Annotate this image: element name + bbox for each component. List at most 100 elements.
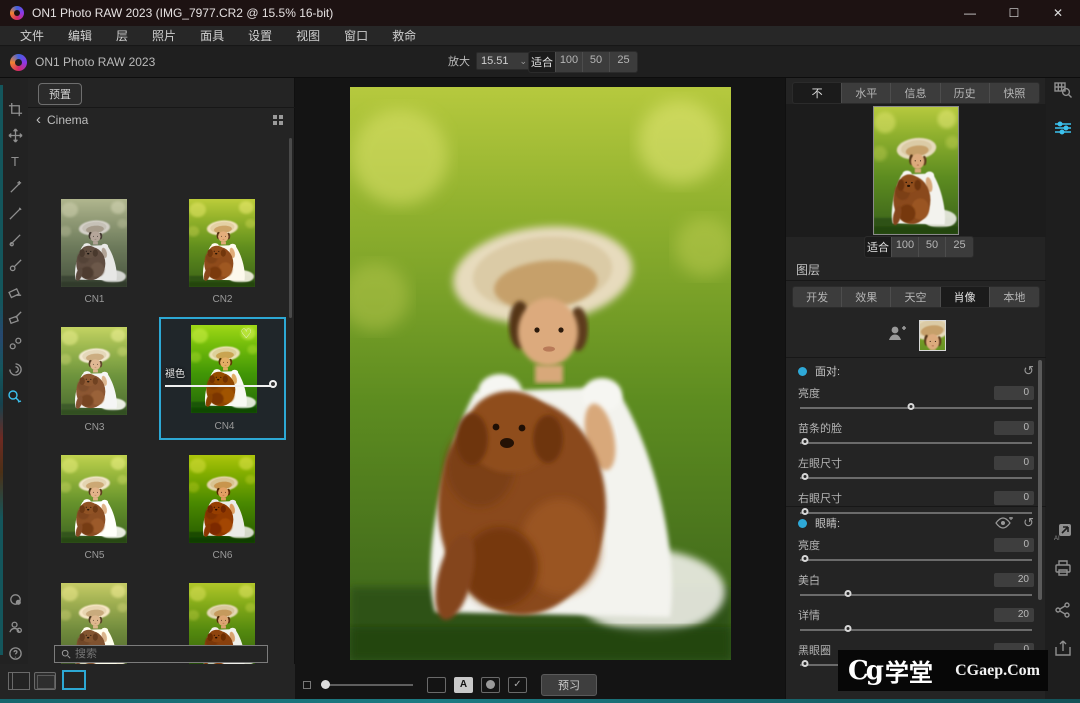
portrait-brush-tool-icon[interactable] (6, 256, 24, 274)
perfect-eraser-tool-icon[interactable] (6, 282, 24, 300)
face-select-icon[interactable] (6, 618, 24, 636)
tab-portrait[interactable]: 肖像 (941, 287, 990, 307)
slider-value[interactable]: 0 (994, 491, 1034, 505)
slider-value[interactable]: 20 (994, 573, 1034, 587)
mask-view-icon[interactable] (481, 677, 500, 693)
search-input[interactable] (75, 648, 255, 660)
sync-settings-icon[interactable] (6, 590, 24, 608)
share-icon[interactable] (1053, 600, 1073, 620)
menu-window[interactable]: 窗口 (332, 27, 380, 44)
chevron-left-icon[interactable]: ‹ (36, 111, 41, 128)
tab-develop[interactable]: 开发 (793, 287, 842, 307)
preview-opacity-handle[interactable] (321, 680, 330, 689)
navigator-toggle-icon[interactable] (1053, 80, 1073, 100)
slider-handle[interactable] (802, 660, 809, 667)
preset-item-selected[interactable]: ♡ 褪色 CN4 (159, 317, 286, 440)
reset-icon[interactable]: ↺ (1023, 363, 1034, 379)
nav-50-button[interactable]: 50 (919, 237, 946, 257)
right-panel-scrollbar[interactable] (1038, 360, 1042, 600)
preset-fade-slider[interactable]: 褪色 (163, 369, 283, 395)
print-icon[interactable] (1053, 558, 1073, 578)
nav-fit-button[interactable]: 适合 (865, 237, 892, 257)
ai-quick-mask-tool-icon[interactable] (6, 178, 24, 196)
nav-25-button[interactable]: 25 (946, 237, 973, 257)
menu-file[interactable]: 文件 (8, 27, 56, 44)
close-button[interactable]: ✕ (1036, 0, 1080, 26)
nav-100-button[interactable]: 100 (892, 237, 919, 257)
clone-stamp-tool-icon[interactable] (6, 334, 24, 352)
navigator-thumbnail[interactable] (873, 106, 959, 235)
reset-icon[interactable]: ↺ (1023, 515, 1034, 531)
fit-button[interactable]: 适合 (529, 52, 556, 72)
browse-layout-icon[interactable] (8, 672, 30, 690)
preset-search[interactable] (54, 645, 268, 663)
preset-item[interactable]: CN1 (31, 192, 158, 315)
text-tool-icon[interactable]: T (6, 152, 24, 170)
slider-handle[interactable] (844, 625, 851, 632)
tab-history[interactable]: 历史 (941, 83, 990, 103)
fade-slider-track[interactable] (165, 385, 275, 387)
slider-value[interactable]: 0 (994, 386, 1034, 400)
preset-item[interactable]: CN5 (31, 448, 158, 571)
preset-category-row[interactable]: ‹ Cinema (28, 107, 295, 131)
slider-value[interactable]: 20 (994, 608, 1034, 622)
grid-view-icon[interactable] (273, 115, 283, 125)
ai-resize-icon[interactable]: AI (1053, 522, 1073, 542)
tab-levels[interactable]: 水平 (842, 83, 891, 103)
face-thumbnail[interactable] (919, 320, 946, 351)
slider-handle[interactable] (844, 590, 851, 597)
preset-scrollbar[interactable] (289, 138, 292, 318)
canvas-layout-icon[interactable] (62, 670, 86, 690)
before-after-toggle[interactable]: A (454, 677, 473, 693)
menu-mask[interactable]: 面具 (188, 27, 236, 44)
transform-tool-icon[interactable] (6, 126, 24, 144)
slider-handle[interactable] (802, 555, 809, 562)
filmstrip-layout-icon[interactable] (34, 672, 56, 690)
face-enabled-toggle[interactable] (798, 367, 807, 376)
zoom-level-dropdown[interactable]: 15.51 ⌄ (476, 52, 532, 70)
canvas-area[interactable]: A ✓ 预习 (295, 78, 785, 703)
menu-photo[interactable]: 照片 (140, 27, 188, 44)
tab-info[interactable]: 信息 (891, 83, 940, 103)
slider-value[interactable]: 0 (994, 421, 1034, 435)
menu-help[interactable]: 救命 (380, 27, 428, 44)
edit-panel-icon[interactable] (1053, 118, 1073, 138)
zoom-50-button[interactable]: 50 (583, 52, 610, 72)
menu-settings[interactable]: 设置 (236, 27, 284, 44)
tab-none[interactable]: 不 (793, 83, 842, 103)
add-face-icon[interactable] (887, 324, 907, 347)
slider-handle[interactable] (802, 473, 809, 480)
view-zoom-tool-icon[interactable] (6, 388, 24, 406)
slider-value[interactable]: 0 (994, 456, 1034, 470)
favorite-heart-icon[interactable]: ♡ (240, 327, 252, 340)
show-mask-checkbox-icon[interactable]: ✓ (508, 677, 527, 693)
tab-effects[interactable]: 效果 (842, 287, 891, 307)
crop-tool-icon[interactable] (6, 100, 24, 118)
retouch-brush-tool-icon[interactable] (6, 308, 24, 326)
preset-item[interactable]: CN6 (159, 448, 286, 571)
tab-sky[interactable]: 天空 (891, 287, 940, 307)
compare-view-icon[interactable] (427, 677, 446, 693)
masking-brush-tool-icon[interactable] (6, 204, 24, 222)
tab-local[interactable]: 本地 (990, 287, 1039, 307)
main-photo[interactable] (350, 87, 731, 660)
minimize-button[interactable]: — (948, 0, 992, 26)
slider-value[interactable]: 0 (994, 538, 1034, 552)
preview-opacity-slider[interactable] (321, 679, 413, 691)
export-icon[interactable] (1053, 638, 1073, 658)
zoom-100-button[interactable]: 100 (556, 52, 583, 72)
preset-item[interactable]: CN2 (159, 192, 286, 315)
soft-proof-checkbox[interactable] (303, 681, 311, 689)
menu-view[interactable]: 视图 (284, 27, 332, 44)
eye-add-icon[interactable] (995, 517, 1013, 529)
preset-item[interactable]: CN3 (31, 320, 158, 443)
presets-panel-button[interactable]: 预置 (38, 83, 82, 105)
menu-layer[interactable]: 层 (104, 27, 140, 44)
maximize-button[interactable]: ☐ (992, 0, 1036, 26)
preview-button[interactable]: 预习 (541, 674, 597, 696)
zoom-25-button[interactable]: 25 (610, 52, 637, 72)
help-icon[interactable] (6, 644, 24, 662)
tab-snapshots[interactable]: 快照 (990, 83, 1039, 103)
slider-handle[interactable] (908, 403, 915, 410)
slider-handle[interactable] (802, 438, 809, 445)
